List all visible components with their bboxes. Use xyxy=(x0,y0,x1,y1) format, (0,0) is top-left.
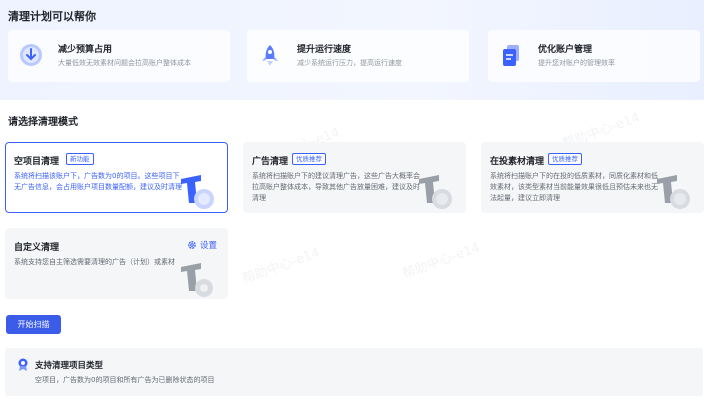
benefit-desc: 大量低效无效素材问题会拉高账户整体成本 xyxy=(58,59,191,67)
start-scan-button[interactable]: 开始扫描 xyxy=(6,315,61,334)
badge-icon xyxy=(18,358,28,371)
benefit-card-budget: 减少预算占用 大量低效无效素材问题会拉高账户整体成本 xyxy=(8,30,230,82)
hero-title: 清理计划可以帮你 xyxy=(8,10,96,23)
benefit-card-management: 优化账户管理 提升您对账户的管理效率 xyxy=(488,30,700,82)
mode-card-empty-project[interactable]: 空项目清理 新功能 系统将扫描该账户下，广告数为0的项目。这些项目下无广告信息，… xyxy=(5,142,228,213)
mode-desc: 系统将扫描账户下的在投的低质素材，同质化素材和低效素材，该类型素材当前能量效果很… xyxy=(490,172,658,202)
watermark: 帮助中心-e14 xyxy=(240,245,323,288)
broom-cleaner-icon xyxy=(419,175,452,209)
mode-desc: 系统支持您自主筛选需要清理的广告（计划）或素材 xyxy=(14,258,175,266)
benefit-desc: 减少系统运行压力，提高运行速度 xyxy=(297,59,402,67)
supported-types-panel: 支持清理项目类型 空项目，广告数为0的项目和所有广告为已删除状态的项目 xyxy=(5,348,703,396)
broom-gear-icon xyxy=(181,263,213,297)
benefit-title: 提升运行速度 xyxy=(297,45,352,55)
mode-section-title: 请选择清理模式 xyxy=(8,117,78,128)
download-arrow-icon xyxy=(20,44,42,66)
new-feature-tag: 新功能 xyxy=(66,153,94,165)
mode-desc: 系统将扫描该账户下，广告数为0的项目。这些项目下无广告信息，会占用账户项目数量配… xyxy=(14,172,182,191)
supported-types-title: 支持清理项目类型 xyxy=(35,361,104,371)
settings-button[interactable]: 设置 xyxy=(187,239,217,251)
supported-types-desc: 空项目，广告数为0的项目和所有广告为已删除状态的项目 xyxy=(35,376,215,384)
mode-card-material-cleanup[interactable]: 在投素材清理 优质推荐 系统将扫描账户下的在投的低质素材，同质化素材和低效素材，… xyxy=(481,142,704,213)
recommended-tag: 优质推荐 xyxy=(548,153,582,165)
hero-banner: 清理计划可以帮你 减少预算占用 大量低效无效素材问题会拉高账户整体成本 提升运行… xyxy=(0,0,704,100)
mode-card-ad-cleanup[interactable]: 广告清理 优质推荐 系统将扫描账户下的建议清理广告，这些广告大概率会拉高账户整体… xyxy=(243,142,466,213)
mode-title: 广告清理 xyxy=(252,157,289,167)
benefit-desc: 提升您对账户的管理效率 xyxy=(538,59,615,67)
benefit-card-speed: 提升运行速度 减少系统运行压力，提高运行速度 xyxy=(247,30,469,82)
mode-title: 在投素材清理 xyxy=(490,157,545,167)
recommended-tag: 优质推荐 xyxy=(292,153,326,165)
benefit-title: 减少预算占用 xyxy=(58,45,113,55)
mode-desc: 系统将扫描账户下的建议清理广告，这些广告大概率会拉高账户整体成本，导致其他广告放… xyxy=(252,172,420,202)
rocket-icon xyxy=(262,45,278,66)
mode-card-custom[interactable]: 自定义清理 设置 系统支持您自主筛选需要清理的广告（计划）或素材 xyxy=(5,228,228,299)
broom-cleaner-icon xyxy=(657,175,690,209)
mode-title: 自定义清理 xyxy=(14,243,60,253)
watermark: 帮助中心-e14 xyxy=(400,240,483,283)
document-icon xyxy=(503,45,519,66)
mode-title: 空项目清理 xyxy=(14,157,60,167)
gear-icon xyxy=(188,241,196,249)
broom-cleaner-icon xyxy=(181,175,214,209)
settings-label: 设置 xyxy=(199,241,217,251)
benefit-title: 优化账户管理 xyxy=(538,45,593,55)
